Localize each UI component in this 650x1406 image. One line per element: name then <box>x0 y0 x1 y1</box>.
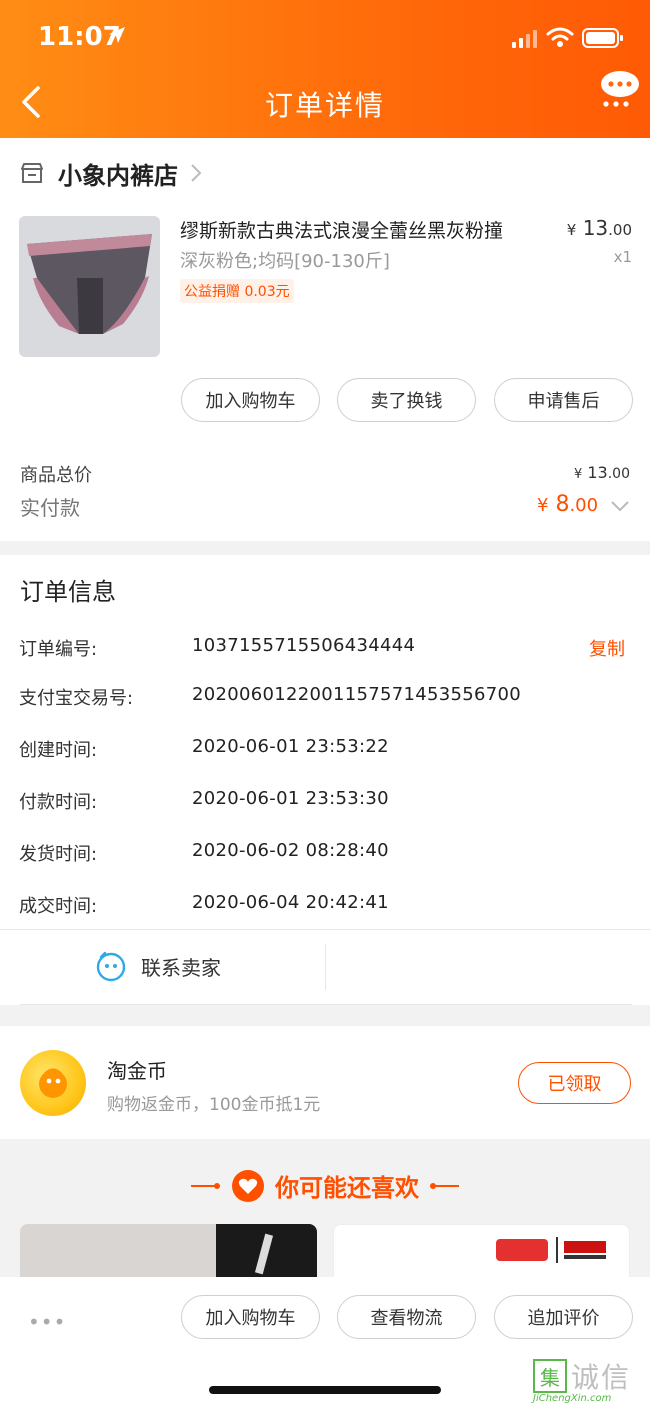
chat-face-icon <box>96 951 126 982</box>
home-indicator[interactable] <box>209 1386 441 1394</box>
coins-title: 淘金币 <box>107 1059 167 1083</box>
currency-symbol: ¥ <box>566 221 577 239</box>
order-info-card <box>0 555 650 1005</box>
product-title[interactable]: 缪斯新款古典法式浪漫全蕾丝黑灰粉撞 <box>180 216 550 243</box>
bottom-add-to-cart-button[interactable]: 加入购物车 <box>181 1295 320 1339</box>
message-bubble-icon[interactable] <box>598 70 642 110</box>
goods-total-value: ¥ 13.00 <box>574 463 630 482</box>
chevron-right-icon <box>191 164 202 182</box>
paid-amount-label: 实付款 <box>20 496 80 520</box>
dash-right-decoration <box>430 1182 459 1189</box>
header: 11:07 订单详情 <box>0 0 650 138</box>
cellular-signal-icon <box>512 30 537 48</box>
created-time-label: 创建时间: <box>19 740 98 761</box>
currency-symbol: ¥ <box>537 495 549 516</box>
paid-amount-value: ¥ 8.00 <box>537 492 598 517</box>
created-time-value: 2020-06-01 23:53:22 <box>192 736 389 757</box>
after-sale-button[interactable]: 申请售后 <box>494 378 633 422</box>
vertical-divider <box>325 944 326 990</box>
battery-icon <box>582 28 623 48</box>
sell-for-cash-button[interactable]: 卖了换钱 <box>337 378 476 422</box>
order-number-value: 1037155715506434444 <box>192 635 416 656</box>
shipped-time-label: 发货时间: <box>19 844 98 865</box>
paid-decimal: .00 <box>569 495 599 516</box>
alipay-trade-value: 2020060122001157571453556700 <box>192 684 522 705</box>
page-title: 订单详情 <box>264 89 385 122</box>
recommend-image <box>20 1224 317 1284</box>
product-quantity: x1 <box>613 248 632 266</box>
watermark-text: 诚信 <box>571 1361 632 1394</box>
total-decimal: .00 <box>607 466 630 482</box>
gold-coin-icon <box>20 1050 86 1116</box>
vans-logo-icon <box>496 1237 606 1263</box>
shipped-time-value: 2020-06-02 08:28:40 <box>192 840 389 861</box>
contact-seller-button[interactable]: 联系卖家 <box>95 950 221 982</box>
wifi-icon <box>546 27 574 47</box>
coins-subtitle: 购物返金币，100金币抵1元 <box>107 1095 321 1115</box>
divider <box>0 929 650 930</box>
order-info-title: 订单信息 <box>20 578 116 606</box>
view-logistics-button[interactable]: 查看物流 <box>337 1295 476 1339</box>
store-icon <box>21 163 43 183</box>
add-review-button[interactable]: 追加评价 <box>494 1295 633 1339</box>
claimed-button[interactable]: 已领取 <box>518 1062 631 1104</box>
product-thumbnail[interactable] <box>19 216 160 357</box>
recommend-item[interactable] <box>333 1224 630 1284</box>
dash-left-decoration <box>191 1182 220 1189</box>
alipay-trade-label: 支付宝交易号: <box>19 688 134 709</box>
charity-tag: 公益捐赠 0.03元 <box>180 279 294 303</box>
contact-seller-label: 联系卖家 <box>141 955 221 980</box>
currency-symbol: ¥ <box>574 467 583 482</box>
copy-button[interactable]: 复制 <box>589 635 625 661</box>
product-image <box>19 216 160 357</box>
add-to-cart-button[interactable]: 加入购物车 <box>181 378 320 422</box>
more-options-icon[interactable]: ••• <box>28 1310 66 1334</box>
watermark: 集 诚信 <box>533 1356 631 1396</box>
watermark-url: JiChengXin.com <box>533 1393 612 1404</box>
completed-time-label: 成交时间: <box>19 896 98 917</box>
divider <box>20 1004 632 1005</box>
goods-total-label: 商品总价 <box>20 465 92 486</box>
shop-name: 小象内裤店 <box>58 161 178 190</box>
recommend-title: 你可能还喜欢 <box>275 1174 419 1202</box>
shop-row[interactable]: 小象内裤店 <box>20 153 202 193</box>
completed-time-value: 2020-06-04 20:42:41 <box>192 892 389 913</box>
product-sku: 深灰粉色;均码[90-130斤] <box>180 251 390 272</box>
paid-integer: 8 <box>555 492 570 517</box>
paid-time-value: 2020-06-01 23:53:30 <box>192 788 389 809</box>
product-price: ¥ 13.00 <box>567 216 632 240</box>
watermark-logo: 集 <box>533 1359 567 1393</box>
heart-icon <box>232 1169 264 1202</box>
chevron-down-icon[interactable] <box>610 500 630 512</box>
price-integer: 13 <box>582 216 609 240</box>
paid-time-label: 付款时间: <box>19 792 98 813</box>
price-decimal: .00 <box>608 221 632 239</box>
location-arrow-icon <box>109 27 125 43</box>
order-number-label: 订单编号: <box>19 639 98 660</box>
total-integer: 13 <box>587 463 608 482</box>
recommend-header: 你可能还喜欢 <box>0 1168 650 1203</box>
recommend-item[interactable] <box>20 1224 317 1284</box>
